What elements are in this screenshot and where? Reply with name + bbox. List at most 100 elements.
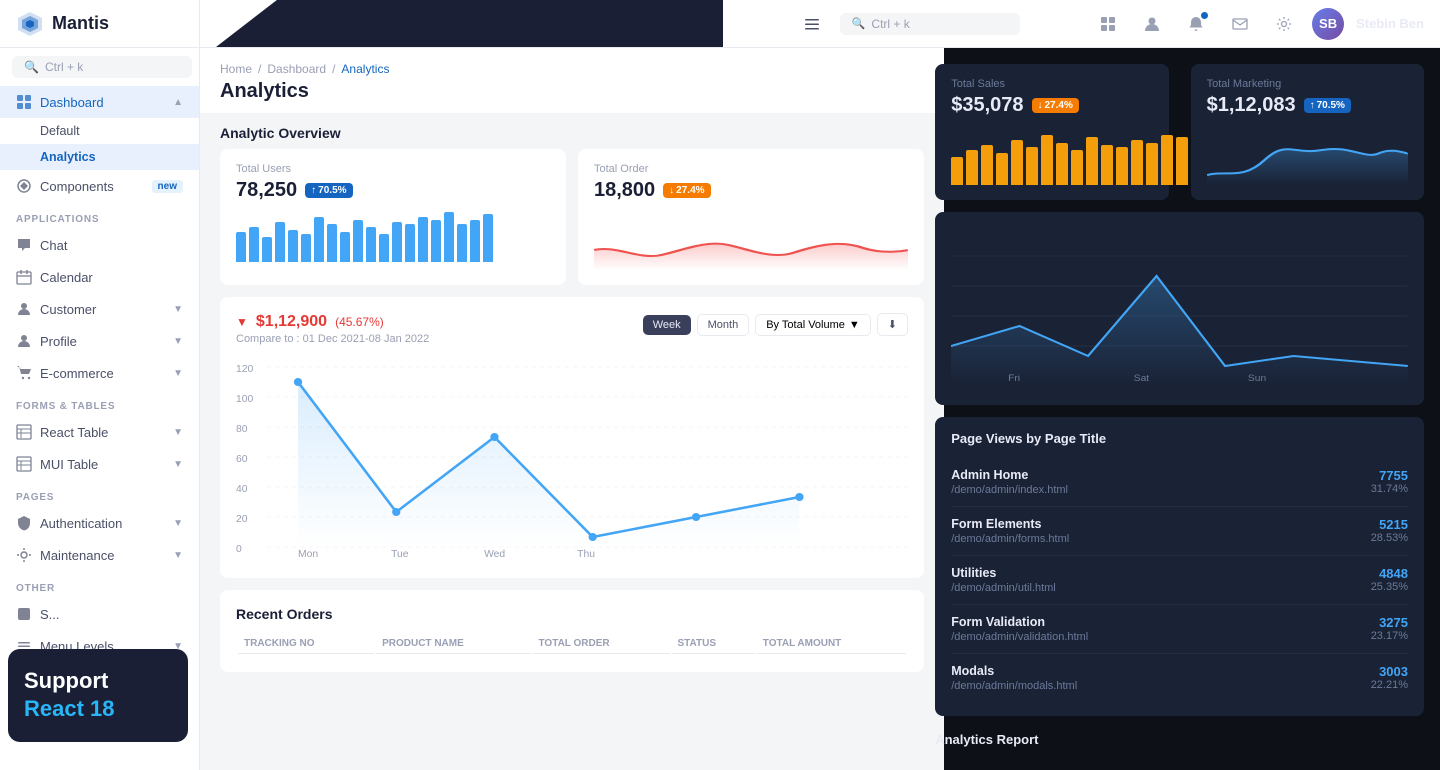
support-line2: React 18 [24, 695, 172, 724]
chat-label: Chat [40, 238, 67, 253]
income-overview-section: ▼ $1,12,900 (45.67%) Compare to : 01 Dec… [220, 297, 924, 578]
sidebar-item-components[interactable]: Components new [0, 170, 199, 202]
income-chart: 0 20 40 60 80 100 120 Mon [236, 357, 908, 557]
mui-table-label: MUI Table [40, 457, 98, 472]
user-name: Stebin Ben [1356, 16, 1424, 31]
chevron-down-icon-3: ▼ [173, 368, 183, 379]
dashboard-label: Dashboard [40, 95, 104, 110]
pv-pct-0: 31.74% [1371, 483, 1408, 495]
chevron-down-icon-7: ▼ [173, 550, 183, 561]
components-badge: new [152, 180, 183, 193]
total-order-badge: ↓ 27.4% [663, 183, 710, 198]
total-users-value-row: 78,250 ↑ 70.5% [236, 179, 550, 202]
header-dark-overlay [216, 0, 723, 47]
header-right: SB Stebin Ben [1092, 8, 1424, 40]
sidebar-item-react-table[interactable]: React Table ▼ [0, 416, 199, 448]
pv-name-2: Utilities [951, 566, 1056, 580]
search-placeholder-text: Ctrl + k [871, 17, 909, 31]
sidebar-item-dashboard[interactable]: Dashboard ▲ [0, 86, 199, 118]
volume-select[interactable]: By Total Volume ▼ [755, 314, 871, 336]
sidebar-item-ecommerce[interactable]: E-commerce ▼ [0, 357, 199, 389]
menu-toggle-button[interactable] [796, 8, 828, 40]
pv-row-0: Admin Home /demo/admin/index.html 7755 3… [951, 458, 1408, 507]
chevron-down-icon-6: ▼ [173, 518, 183, 529]
breadcrumb-home[interactable]: Home [220, 62, 252, 76]
total-sales-label: Total Sales [951, 78, 1152, 90]
maintenance-icon [16, 547, 32, 563]
sidebar-item-profile[interactable]: Profile ▼ [0, 325, 199, 357]
pv-info-1: Form Elements /demo/admin/forms.html [951, 517, 1069, 545]
header-search-input[interactable]: 🔍 Ctrl + k [840, 13, 1020, 35]
ecommerce-icon [16, 365, 32, 381]
col-product: Product Name [376, 634, 530, 654]
total-sales-value-row: $35,078 ↓ 27.4% [951, 94, 1152, 117]
sidebar-item-maintenance[interactable]: Maintenance ▼ [0, 539, 199, 571]
pv-pct-2: 25.35% [1371, 581, 1408, 593]
svg-text:Thu: Thu [577, 549, 595, 557]
total-users-label: Total Users [236, 163, 550, 175]
page-views-section: Page Views by Page Title Admin Home /dem… [935, 417, 1424, 716]
ecommerce-label: E-commerce [40, 366, 114, 381]
svg-text:60: 60 [236, 454, 248, 465]
settings-button[interactable] [1268, 8, 1300, 40]
pv-row-2: Utilities /demo/admin/util.html 4848 25.… [951, 556, 1408, 605]
calendar-label: Calendar [40, 270, 93, 285]
page-header: Home / Dashboard / Analytics Analytics [200, 48, 944, 113]
svg-text:20: 20 [236, 514, 248, 525]
col-total-amount: Total Amount [757, 634, 906, 654]
profile-button[interactable] [1136, 8, 1168, 40]
sample-icon [16, 606, 32, 622]
pv-path-0: /demo/admin/index.html [951, 484, 1068, 496]
pv-stats-1: 5215 28.53% [1371, 517, 1408, 544]
section-pages: Pages [0, 480, 199, 507]
svg-text:100: 100 [236, 394, 254, 405]
sidebar-item-chat[interactable]: Chat [0, 229, 199, 261]
sidebar-logo: Mantis [0, 0, 199, 48]
svg-text:40: 40 [236, 484, 248, 495]
grid-button[interactable] [1092, 8, 1124, 40]
pv-row-4: Modals /demo/admin/modals.html 3003 22.2… [951, 654, 1408, 702]
sidebar-item-mui-table[interactable]: MUI Table ▼ [0, 448, 199, 480]
mail-button[interactable] [1224, 8, 1256, 40]
mui-table-icon [16, 456, 32, 472]
analytic-overview-title: Analytic Overview [200, 113, 944, 149]
pv-row-1: Form Elements /demo/admin/forms.html 521… [951, 507, 1408, 556]
support-react18-toast[interactable]: Support React 18 [8, 649, 188, 742]
pv-name-0: Admin Home [951, 468, 1068, 482]
pv-path-1: /demo/admin/forms.html [951, 533, 1069, 545]
user-avatar[interactable]: SB [1312, 8, 1344, 40]
download-button[interactable]: ⬇ [877, 313, 908, 336]
sidebar-item-authentication[interactable]: Authentication ▼ [0, 507, 199, 539]
week-button[interactable]: Week [643, 315, 691, 335]
total-order-label: Total Order [594, 163, 908, 175]
calendar-icon [16, 269, 32, 285]
page-views-title: Page Views by Page Title [951, 431, 1408, 446]
breadcrumb-dashboard[interactable]: Dashboard [267, 62, 326, 76]
total-marketing-value-row: $1,12,083 ↑ 70.5% [1207, 94, 1408, 117]
pv-pct-4: 22.21% [1371, 679, 1408, 691]
total-marketing-label: Total Marketing [1207, 78, 1408, 90]
total-marketing-value: $1,12,083 [1207, 94, 1296, 117]
pv-stats-3: 3275 23.17% [1371, 615, 1408, 642]
sidebar-sub-default[interactable]: Default [0, 118, 199, 144]
search-icon: 🔍 [24, 60, 39, 74]
chevron-down-icon-4: ▼ [173, 427, 183, 438]
sidebar-item-calendar[interactable]: Calendar [0, 261, 199, 293]
customer-icon [16, 301, 32, 317]
svg-text:80: 80 [236, 424, 248, 435]
income-value-row: ▼ $1,12,900 (45.67%) [236, 313, 429, 331]
pv-name-3: Form Validation [951, 615, 1088, 629]
pv-stats-0: 7755 31.74% [1371, 468, 1408, 495]
dark-income-chart-area: Fri Sat Sun [935, 212, 1424, 405]
month-button[interactable]: Month [697, 314, 750, 336]
dark-income-svg: Fri Sat Sun [951, 226, 1408, 386]
sidebar-item-sample[interactable]: S... [0, 598, 199, 630]
sidebar-search[interactable]: 🔍 Ctrl + k [12, 56, 192, 78]
content-wrapper: Home / Dashboard / Analytics Analytics A… [200, 48, 1440, 770]
search-placeholder: Ctrl + k [45, 60, 83, 74]
total-marketing-badge: ↑ 70.5% [1304, 98, 1351, 113]
pv-info-3: Form Validation /demo/admin/validation.h… [951, 615, 1088, 643]
notification-button[interactable] [1180, 8, 1212, 40]
sidebar-sub-analytics[interactable]: Analytics [0, 144, 199, 170]
sidebar-item-customer[interactable]: Customer ▼ [0, 293, 199, 325]
